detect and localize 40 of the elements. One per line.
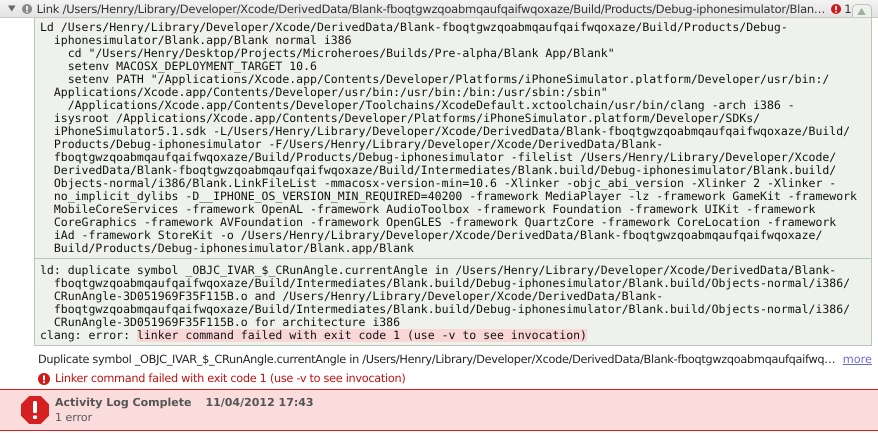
code-line: ld: duplicate symbol _OBJC_IVAR_$_CRunAngle.currentAngle in /Users/Henry/Library/Developer/Xcode/DerivedData/Blank- xyxy=(40,264,836,277)
summary-title: Activity Log Complete xyxy=(55,396,192,409)
code-line: setenv MACOSX_DEPLOYMENT_TARGET 10.6 xyxy=(66,60,317,73)
code-line: CoreGraphics -framework AVFoundation -framework OpenGLES -framework QuartzCore -framework CoreLocation -framework xyxy=(52,216,836,229)
error-count: 1 xyxy=(844,2,852,16)
more-link[interactable]: more xyxy=(842,353,872,366)
code-line: Products/Debug-iphonesimulator -F/Users/Henry/Library/Developer/Xcode/DerivedData/Blank- xyxy=(52,138,664,151)
code-line: Objects-normal/i386/Blank.LinkFileList -mmacosx-version-min=10.6 -Xlinker -objc_abi_version -Xlinker 2 -Xlinker - xyxy=(52,177,836,190)
code-line: fboqtgwzqoabmqaufqaifwqoxaze/Build/Intermediates/Blank.build/Debug-iphonesimulator/Blank.build/Objects-normal/i386/ xyxy=(52,303,850,316)
code-line: Ld /Users/Henry/Library/Developer/Xcode/DerivedData/Blank-fboqtgwzqoabmqaufqaifwqoxaze/Build/Products/Debug- xyxy=(40,21,788,34)
code-line: fboqtgwzqoabmqaufqaifwqoxaze/Build/Intermediates/Blank.build/Debug-iphonesimulator/Blank.build/Objects-normal/i386/ xyxy=(52,277,850,290)
message-text: Duplicate symbol _OBJC_IVAR_$_CRunAngle.currentAngle in /Users/Henry/Library/Developer/Xcode/DerivedData/Blank-fboqtgwzqoabmqaufqaifwq… xyxy=(38,353,836,366)
disclosure-triangle-icon[interactable] xyxy=(8,4,16,13)
log-entry-header[interactable]: Link /Users/Henry/Library/Developer/Xcode/DerivedData/Blank-fboqtgwzqoabmqaufqaifwqoxaze/Build/Products/Debug-iphonesimulator/Blan… 1 xyxy=(0,0,878,18)
code-line: CRunAngle-3D051969F35F115B.o for architecture i386 xyxy=(52,316,400,329)
error-icon xyxy=(831,2,842,14)
code-line: DerivedData/Blank-fboqtgwzqoabmqaufqaifwqoxaze/Build/Intermediates/Blank.build/Debug-iphonesimulator/Blank.build/ xyxy=(52,164,836,177)
code-line: iphonesimulator/Blank.app/Blank normal i386 xyxy=(52,34,352,47)
summary-date: 11/04/2012 17:43 xyxy=(205,396,314,409)
code-line: setenv PATH "/Applications/Xcode.app/Contents/Developer/Platforms/iPhoneSimulator.platform/Developer/usr/bin:/ xyxy=(66,73,830,86)
code-line: cd "/Users/Henry/Desktop/Projects/Microheroes/Builds/Pre-alpha/Blank App/Blank" xyxy=(68,47,615,60)
code-line: /Applications/Xcode.app/Contents/Developer/Toolchains/XcodeDefault.xctoolchain/usr/bin/clang -arch i386 - xyxy=(68,99,795,112)
log-entry-title: Link /Users/Henry/Library/Developer/Xcode/DerivedData/Blank-fboqtgwzqoabmqaufqaifwqoxaze/Build/Products/Debug-iphonesimulator/Blan… xyxy=(36,2,826,16)
error-message: Linker command failed with exit code 1 (use -v to see invocation) xyxy=(55,372,406,385)
code-line: clang: error: xyxy=(40,329,130,342)
code-line: Build/Products/Debug-iphonesimulator/Blank.app/Blank xyxy=(52,242,414,255)
summary-detail: 1 error xyxy=(55,411,94,424)
code-line: iAd -framework StoreKit -o /Users/Henry/Library/Developer/Xcode/DerivedData/Blank-fboqtgwzqoabmqaufqaifwqoxaze/ xyxy=(52,229,822,242)
error-icon xyxy=(38,372,50,384)
up-triangle-icon xyxy=(857,8,866,14)
code-line: MobileCoreServices -framework OpenAL -framework AudioToolbox -framework Foundation -framework UIKit -framework xyxy=(52,203,816,216)
highlighted-error-text: linker command failed with exit code 1 (use -v to see invocation) xyxy=(136,329,587,342)
code-line: CRunAngle-3D051969F35F115B.o and /Users/Henry/Library/Developer/Xcode/DerivedData/Blank- xyxy=(52,290,664,303)
code-line: Applications/Xcode.app/Contents/Developer/usr/bin:/usr/bin:/bin:/usr/sbin:/sbin" xyxy=(52,86,608,99)
stop-sign-icon xyxy=(21,396,49,424)
alert-icon xyxy=(22,2,32,14)
code-line: no_implicit_dylibs -D__IPHONE_OS_VERSION_MIN_REQUIRED=40200 -framework MediaPlayer -lz -framework GameKit -framework xyxy=(52,190,857,203)
code-line: iPhoneSimulator5.1.sdk -L/Users/Henry/Library/Developer/Xcode/DerivedData/Blank-fboqtgwzqoabmqaufqaifwqoxaze/Build/ xyxy=(52,125,850,138)
code-line: fboqtgwzqoabmqaufqaifwqoxaze/Build/Products/Debug-iphonesimulator -filelist /Users/Henry/Library/Developer/Xcode/ xyxy=(52,151,836,164)
code-line: isysroot /Applications/Xcode.app/Contents/Developer/Platforms/iPhoneSimulator.platform/Developer/SDKs/ xyxy=(52,112,760,125)
